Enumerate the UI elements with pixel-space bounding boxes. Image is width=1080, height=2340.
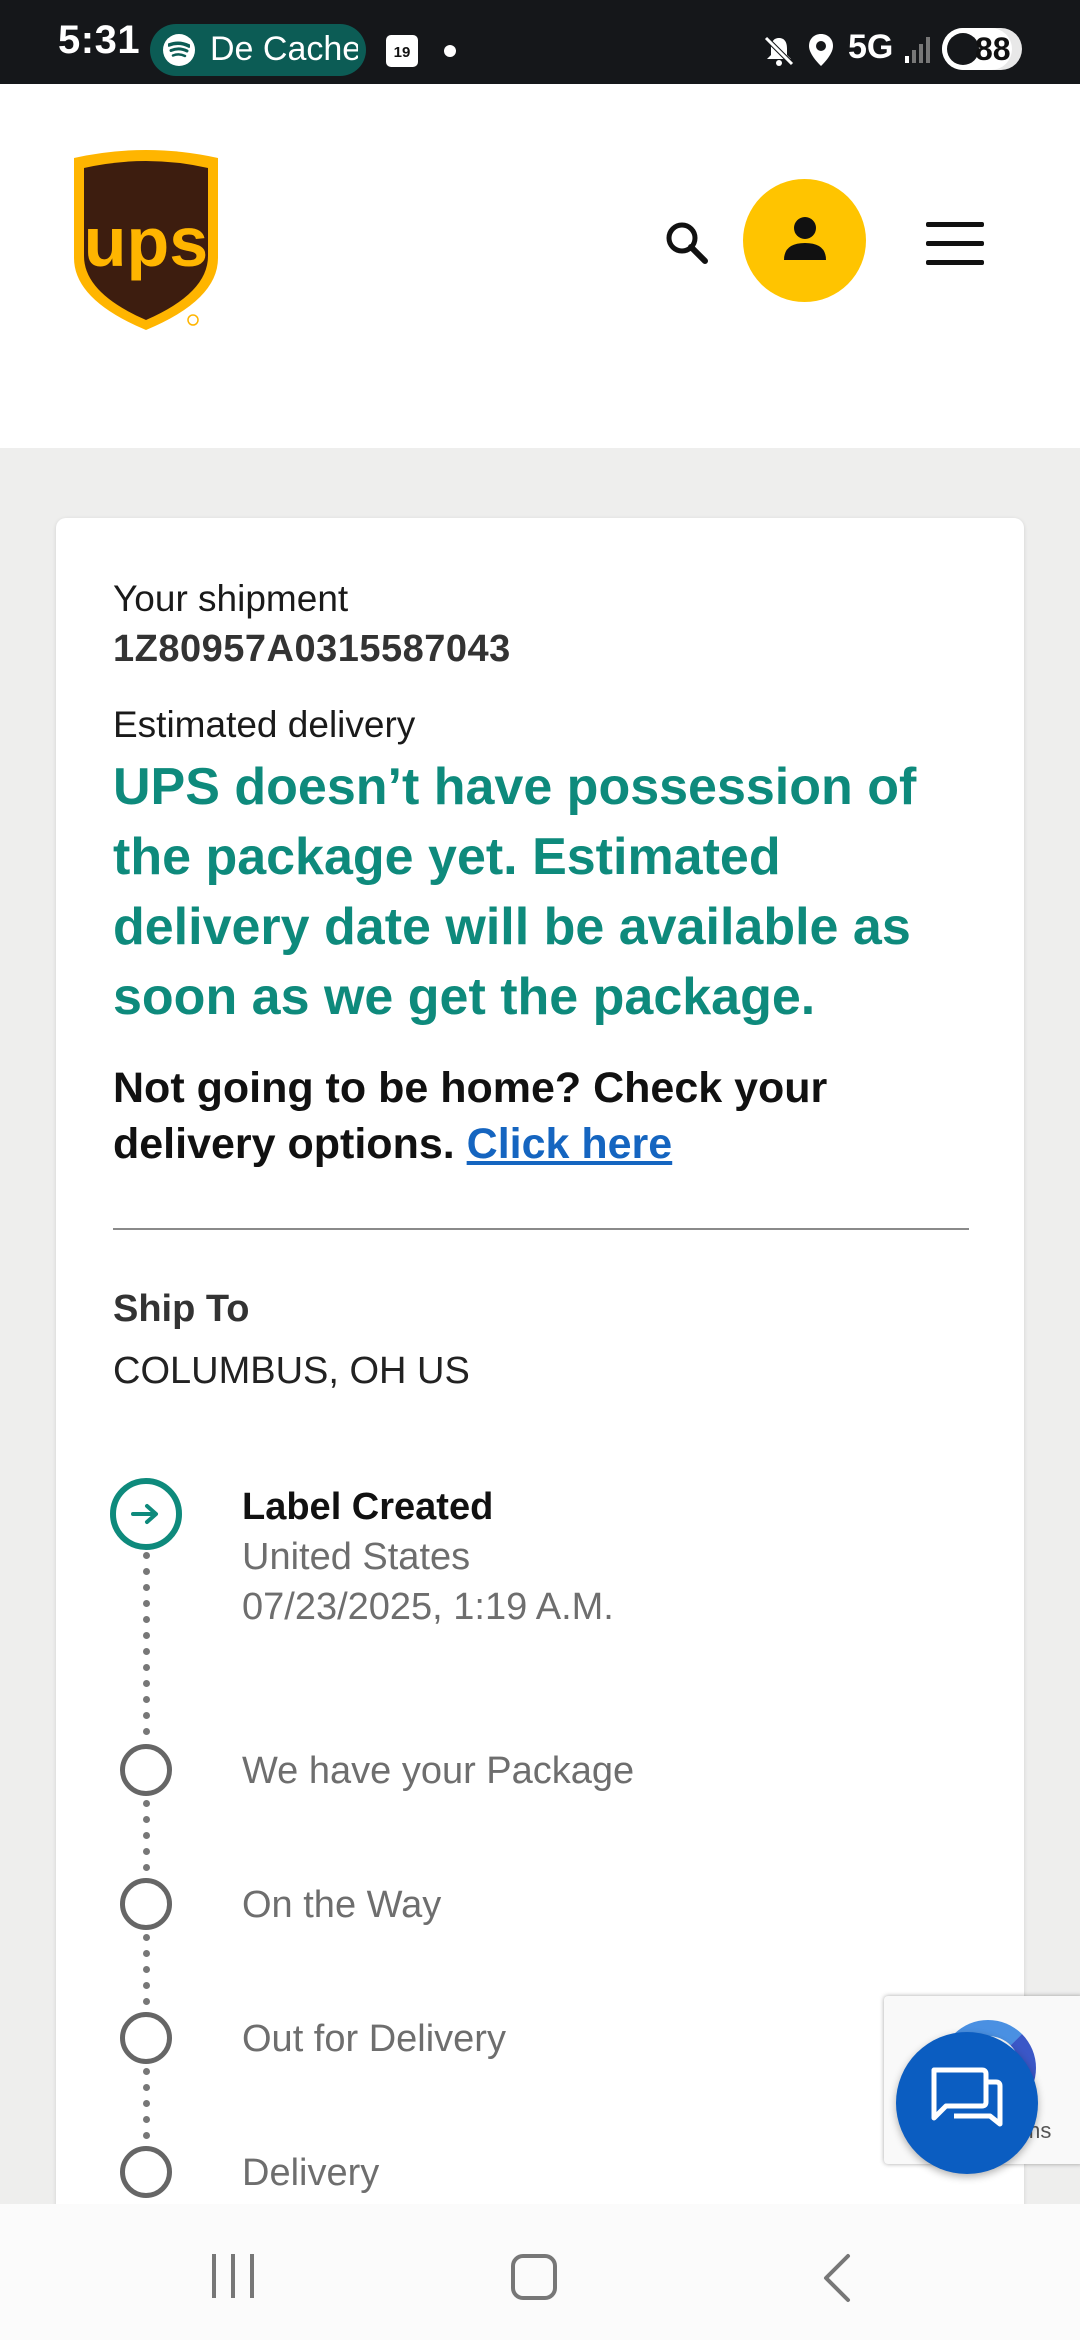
estimated-delivery-message: UPS doesn’t have possession of the packa…: [113, 758, 917, 1026]
spotify-icon: [163, 34, 195, 66]
timeline-dot: [143, 1864, 150, 1871]
ups-logo[interactable]: ups: [66, 148, 226, 343]
timeline-dot: [143, 1568, 150, 1575]
timeline-dot: [143, 1816, 150, 1823]
timeline-dot: [143, 1552, 150, 1559]
timeline-dot: [143, 1632, 150, 1639]
ship-to-value: COLUMBUS, OH US: [113, 1350, 470, 1392]
battery-icon: 88: [942, 28, 1022, 70]
shipment-card: Your shipment 1Z80957A0315587043 Estimat…: [56, 518, 1024, 2340]
menu-icon-line: [926, 241, 984, 246]
home-button[interactable]: [511, 2254, 557, 2300]
site-header: ups: [0, 84, 1080, 448]
network-type: 5G: [848, 28, 894, 66]
timeline-dot: [143, 2116, 150, 2123]
status-bar: 5:31 De Cache 19 5G 88: [0, 0, 1080, 84]
account-button[interactable]: [743, 179, 866, 302]
recent-apps-icon: [250, 2254, 254, 2298]
step-marker-picked-up: [120, 1744, 172, 1796]
timeline-dot: [143, 1800, 150, 1807]
timeline-dot: [143, 1664, 150, 1671]
timeline-dot: [143, 1616, 150, 1623]
menu-icon-line: [926, 222, 984, 227]
current-step-title: Label Created: [242, 1486, 494, 1528]
chat-icon: [931, 2067, 1003, 2127]
system-nav-bar: [0, 2204, 1080, 2340]
estimated-delivery-label: Estimated delivery: [113, 704, 416, 745]
current-step-marker: [110, 1478, 182, 1550]
ship-to-label: Ship To: [113, 1288, 250, 1330]
arrow-right-icon: [131, 1504, 158, 1524]
battery-percent: 88: [975, 31, 1011, 67]
menu-icon-line: [926, 260, 984, 265]
your-shipment-label: Your shipment: [113, 578, 349, 619]
timeline-dot: [143, 1998, 150, 2005]
back-button[interactable]: [818, 2252, 858, 2309]
timeline-dot: [143, 1966, 150, 1973]
step-label-picked-up: We have your Package: [242, 1750, 635, 1792]
current-step-datetime: 07/23/2025, 1:19 A.M.: [242, 1586, 614, 1628]
recent-apps-button[interactable]: [208, 2254, 258, 2298]
click-here-link[interactable]: Click here: [467, 1120, 673, 1168]
notification-dot: [444, 45, 456, 57]
timeline-dot: [143, 2084, 150, 2091]
step-label-on-the-way: On the Way: [242, 1884, 442, 1926]
step-marker-on-the-way: [120, 1878, 172, 1930]
timeline-dot: [143, 2132, 150, 2139]
screen: 5:31 De Cache 19 5G 88 ups Your shipment…: [0, 0, 1080, 2340]
timeline-dot: [143, 1728, 150, 1735]
mute-icon: [762, 34, 796, 73]
status-time: 5:31: [58, 18, 141, 62]
step-marker-delivery: [120, 2146, 172, 2198]
chat-button[interactable]: [896, 2032, 1038, 2174]
timeline-dot: [143, 1600, 150, 1607]
account-icon: [784, 217, 826, 260]
step-label-delivery: Delivery: [242, 2152, 380, 2194]
timeline-dot: [143, 1832, 150, 1839]
search-icon: [666, 222, 708, 264]
calendar-icon: 19: [386, 35, 418, 67]
divider: [113, 1228, 969, 1230]
tracking-number: 1Z80957A0315587043: [113, 628, 511, 670]
timeline-dot: [143, 1934, 150, 1941]
delivery-options-text: Not going to be home? Check your deliver…: [113, 1060, 973, 1172]
timeline-dot: [143, 1648, 150, 1655]
timeline-dot: [143, 1982, 150, 1989]
timeline-dot: [143, 1712, 150, 1719]
recent-apps-icon: [231, 2254, 235, 2298]
signal-icon: [904, 34, 934, 69]
timeline-dot: [143, 1848, 150, 1855]
timeline-dot: [143, 2100, 150, 2107]
current-step-location: United States: [242, 1536, 471, 1578]
timeline-dot: [143, 1696, 150, 1703]
now-playing-text: De Cache: [210, 30, 358, 68]
search-button[interactable]: [660, 216, 716, 272]
location-icon: [808, 33, 834, 72]
step-marker-out-for-delivery: [120, 2012, 172, 2064]
logo-wordmark: ups: [84, 203, 208, 281]
timeline-dot: [143, 1950, 150, 1957]
timeline-dot: [143, 1584, 150, 1591]
menu-button[interactable]: [926, 222, 984, 266]
recent-apps-icon: [212, 2254, 216, 2298]
timeline-dot: [143, 1680, 150, 1687]
back-icon: [824, 2254, 850, 2302]
step-label-out-for-delivery: Out for Delivery: [242, 2018, 506, 2060]
timeline-dot: [143, 2068, 150, 2075]
